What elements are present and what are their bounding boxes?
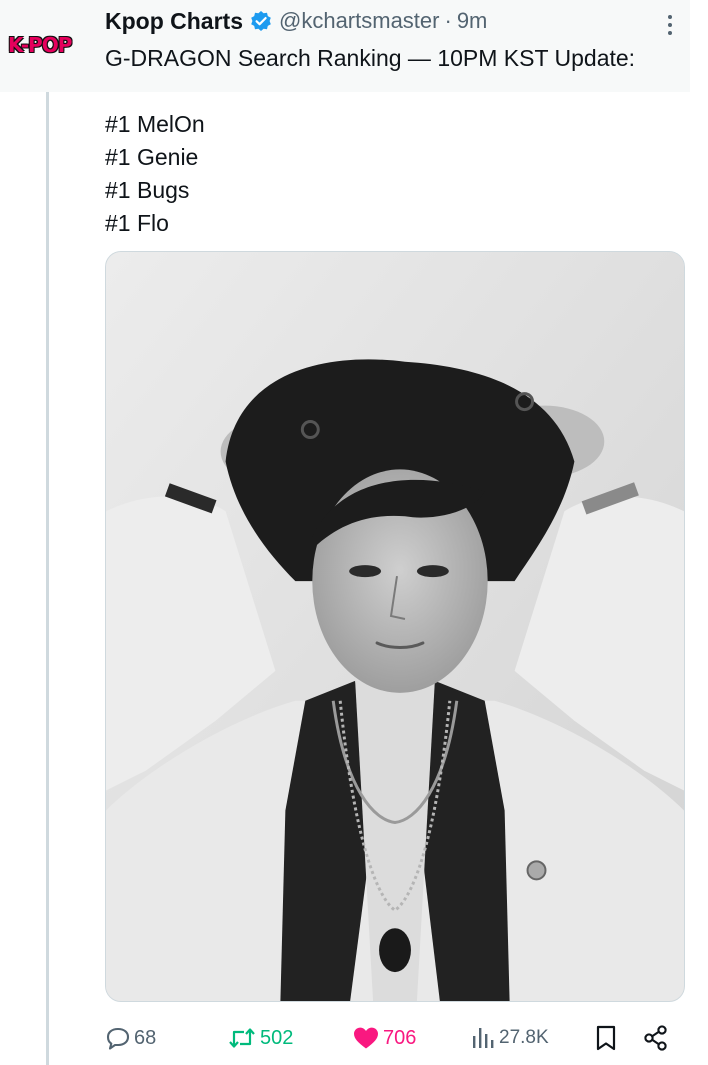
bookmark-icon	[596, 1025, 616, 1051]
tweet-header: Kpop Charts @kchartsmaster · 9m	[105, 5, 487, 37]
tweet-text: G-DRAGON Search Ranking — 10PM KST Updat…	[105, 42, 695, 240]
tweet-text-line: #1 Flo	[105, 210, 169, 236]
timestamp[interactable]: 9m	[457, 8, 488, 34]
tweet-text-line: #1 MelOn	[105, 111, 205, 137]
retweet-button[interactable]: 502	[227, 1018, 293, 1058]
like-count: 706	[383, 1026, 417, 1049]
thread-line	[46, 92, 49, 1065]
share-button[interactable]	[642, 1018, 670, 1058]
avatar-logo-text: K-POP	[8, 33, 72, 57]
retweet-icon	[229, 1028, 255, 1048]
portrait-photo-illustration	[106, 252, 684, 1001]
heart-icon	[354, 1027, 378, 1049]
tweet-text-line: #1 Bugs	[105, 177, 190, 203]
tweet-photo[interactable]	[105, 251, 685, 1002]
avatar[interactable]: K-POP	[8, 30, 86, 60]
separator-dot: ·	[444, 8, 452, 33]
views-icon	[473, 1028, 494, 1048]
tweet-text-line: #1 Genie	[105, 144, 199, 170]
more-vertical-icon[interactable]	[660, 12, 680, 38]
verified-badge-icon	[251, 11, 271, 31]
views-button[interactable]: 27.8K	[470, 1018, 549, 1058]
views-count: 27.8K	[499, 1027, 549, 1048]
reply-count: 68	[134, 1026, 157, 1049]
share-icon	[644, 1025, 667, 1051]
like-button[interactable]: 706	[352, 1018, 416, 1058]
user-handle[interactable]: @kchartsmaster	[279, 8, 439, 34]
reply-button[interactable]: 68	[105, 1018, 156, 1058]
display-name[interactable]: Kpop Charts	[105, 8, 243, 35]
bookmark-button[interactable]	[593, 1018, 619, 1058]
tweet-text-line: G-DRAGON Search Ranking — 10PM KST Updat…	[105, 45, 636, 71]
retweet-count: 502	[260, 1026, 294, 1049]
reply-icon	[106, 1027, 130, 1050]
tweet-actions-bar: 68 502 706 27.8K	[105, 1018, 685, 1058]
